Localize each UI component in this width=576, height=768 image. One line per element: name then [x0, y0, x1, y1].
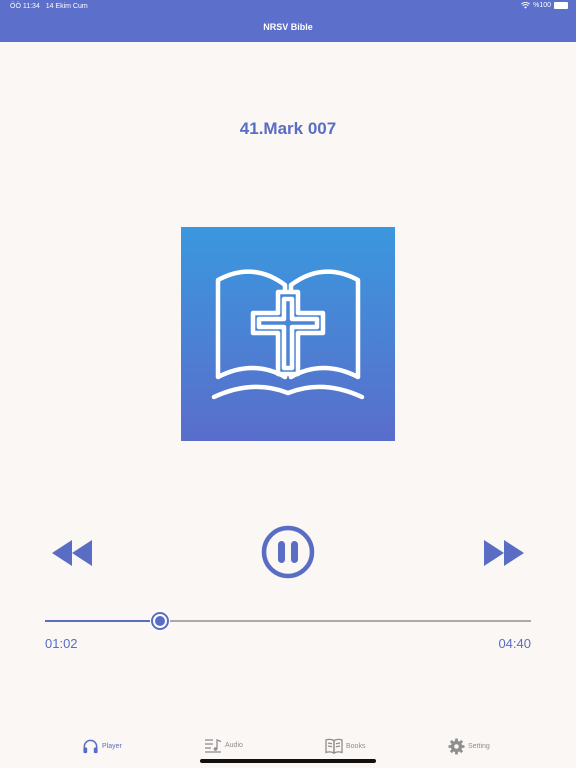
status-time: ÖÖ 11:34	[10, 3, 40, 10]
tab-audio-label: Audio	[225, 742, 243, 749]
wifi-icon	[521, 2, 531, 9]
gear-icon	[448, 738, 465, 755]
tab-books-label: Books	[346, 742, 366, 750]
cover-art	[181, 227, 395, 441]
progress-slider[interactable]	[45, 611, 531, 631]
pause-button[interactable]	[261, 525, 315, 579]
book-icon	[325, 738, 343, 754]
slider-thumb[interactable]	[149, 611, 170, 631]
rewind-button[interactable]	[50, 538, 94, 568]
slider-fill	[45, 620, 160, 622]
audio-list-icon	[205, 739, 222, 753]
status-bar-right: %100	[521, 2, 568, 9]
tab-audio[interactable]: Audio	[204, 738, 243, 753]
tab-setting-label: Setting	[468, 743, 490, 750]
track-title: 41.Mark 007	[239, 119, 337, 138]
open-bible-cross-icon	[211, 269, 365, 400]
nav-header: ÖÖ 11:34 14 Ekim Cum %100 NRSV Bible	[0, 0, 576, 42]
battery-icon	[554, 2, 568, 9]
status-bar-time: ÖÖ 11:34 14 Ekim Cum	[10, 3, 88, 10]
tab-setting[interactable]: Setting	[448, 738, 490, 755]
tab-books[interactable]: Books	[325, 738, 365, 754]
fast-forward-button[interactable]	[482, 538, 526, 568]
headphones-icon	[83, 739, 98, 754]
tab-player-label: Player	[102, 743, 122, 750]
total-duration: 04:40	[498, 636, 531, 651]
page-title: NRSV Bible	[263, 22, 313, 32]
elapsed-time: 01:02	[45, 636, 78, 651]
battery-percent: %100	[533, 2, 551, 9]
tab-player[interactable]: Player	[82, 738, 122, 755]
status-date: 14 Ekim Cum	[45, 3, 88, 10]
home-indicator	[200, 759, 376, 763]
